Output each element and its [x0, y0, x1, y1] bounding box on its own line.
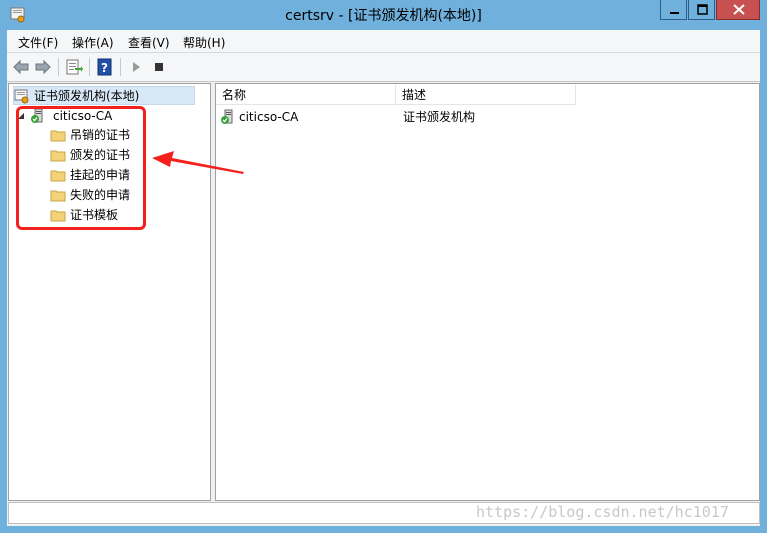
- title-bar[interactable]: certsrv - [证书颁发机构(本地)]: [0, 0, 767, 30]
- menu-bar: 文件(F) 操作(A) 查看(V) 帮助(H): [7, 30, 760, 53]
- tree-folder-label: 证书模板: [70, 208, 119, 222]
- ca-server-icon: [31, 108, 43, 123]
- tree-ca-label: citicso-CA: [53, 109, 113, 123]
- tree-folder-revoked[interactable]: 吊销的证书: [50, 126, 200, 144]
- back-arrow-icon[interactable]: [12, 58, 30, 76]
- annotation-arrow-icon: [152, 151, 244, 174]
- folder-icon: [50, 170, 66, 182]
- close-icon: [733, 4, 745, 15]
- window-title: certsrv - [证书颁发机构(本地)]: [285, 8, 482, 24]
- menu-action[interactable]: 操作(A): [72, 34, 114, 51]
- menu-view[interactable]: 查看(V): [128, 34, 170, 51]
- forward-arrow-icon[interactable]: [34, 58, 52, 76]
- list-cell-description: 证书颁发机构: [403, 110, 476, 124]
- tree-folder-failed[interactable]: 失败的申请: [50, 186, 200, 204]
- folder-icon: [50, 210, 66, 222]
- toolbar-separator: [120, 58, 121, 76]
- menu-file[interactable]: 文件(F): [18, 34, 58, 51]
- toolbar: ?: [7, 53, 760, 82]
- close-button[interactable]: [716, 0, 760, 20]
- toolbar-separator: [89, 58, 90, 76]
- watermark-text: https://blog.csdn.net/hc1017: [476, 503, 729, 521]
- play-icon[interactable]: [127, 58, 145, 76]
- export-list-icon[interactable]: [65, 58, 83, 76]
- menu-help[interactable]: 帮助(H): [183, 34, 225, 51]
- toolbar-separator: [58, 58, 59, 76]
- folder-icon: [50, 150, 66, 162]
- svg-text:?: ?: [101, 61, 108, 75]
- list-row[interactable]: citicso-CA 证书颁发机构: [220, 108, 750, 126]
- maximize-icon: [697, 4, 708, 15]
- maximize-button[interactable]: [688, 0, 715, 20]
- minimize-icon: [670, 12, 679, 14]
- help-icon[interactable]: ?: [96, 58, 114, 76]
- expand-triangle-icon[interactable]: [17, 112, 25, 120]
- tree-ca-node[interactable]: citicso-CA: [17, 107, 197, 125]
- certificate-authority-icon: [14, 89, 29, 104]
- stop-icon[interactable]: [150, 58, 168, 76]
- minimize-button[interactable]: [660, 0, 687, 20]
- folder-icon: [50, 130, 66, 142]
- client-area: 文件(F) 操作(A) 查看(V) 帮助(H) ? 证书颁发机构(本地) cit…: [7, 30, 760, 526]
- tree-folder-label: 失败的申请: [70, 188, 131, 202]
- results-list[interactable]: 名称 描述 citicso-CA 证书颁发机构: [215, 83, 760, 501]
- tree-root[interactable]: 证书颁发机构(本地): [13, 86, 195, 105]
- list-cell-name: citicso-CA: [239, 110, 299, 124]
- tree-folder-label: 颁发的证书: [70, 148, 131, 162]
- column-header-name[interactable]: 名称: [216, 85, 396, 105]
- tree-folder-label: 挂起的申请: [70, 168, 131, 182]
- folder-icon: [50, 190, 66, 202]
- column-header-description[interactable]: 描述: [396, 85, 576, 105]
- mmc-window: certsrv - [证书颁发机构(本地)] 文件(F) 操作(A) 查看(V)…: [0, 0, 767, 533]
- ca-server-icon: [221, 109, 233, 124]
- tree-folder-label: 吊销的证书: [70, 128, 131, 142]
- tree-root-label: 证书颁发机构(本地): [34, 89, 140, 103]
- tree-folder-templates[interactable]: 证书模板: [50, 206, 200, 224]
